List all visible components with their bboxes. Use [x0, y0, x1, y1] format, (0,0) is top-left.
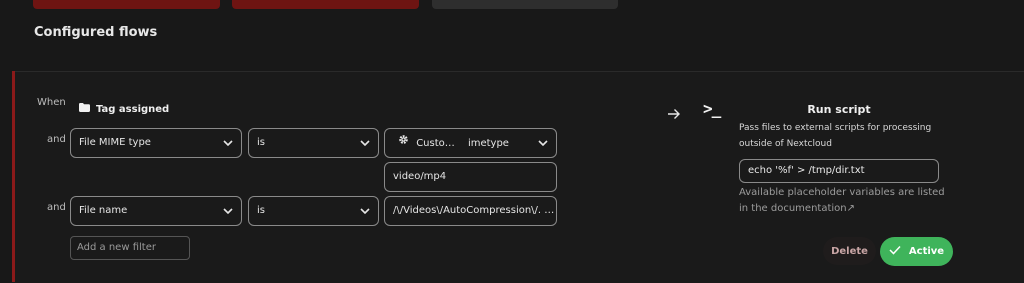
custom-mimetype-input[interactable]: video/mp4 — [384, 162, 557, 192]
check-value-prefix: Custo… — [416, 138, 455, 149]
delete-label: Delete — [831, 245, 868, 257]
add-filter-placeholder: Add a new filter — [77, 242, 156, 253]
filename-regex-input[interactable]: /\/Videos\/AutoCompression\/. … — [384, 196, 557, 226]
check-field-value: File MIME type — [79, 137, 151, 148]
check-value-suffix: imetype — [467, 138, 509, 149]
check-operator-value: is — [257, 205, 265, 216]
check-icon — [889, 245, 901, 258]
trigger: Tag assigned — [79, 103, 169, 115]
custom-mimetype-value: video/mp4 — [393, 171, 447, 182]
top-card-2 — [232, 0, 419, 9]
check-operator-select[interactable]: is — [248, 196, 379, 226]
flow-accent-bar — [12, 71, 15, 282]
gear-icon — [398, 129, 409, 157]
and-label: and — [47, 202, 66, 213]
chevron-down-icon — [223, 129, 233, 157]
check-value-select[interactable]: Custo… imetype — [384, 128, 557, 158]
check-operator-value: is — [257, 137, 265, 148]
chevron-down-icon — [223, 197, 233, 225]
chevron-down-icon — [538, 129, 548, 157]
and-label: and — [47, 134, 66, 145]
script-input[interactable]: echo '%f' > /tmp/dir.txt — [739, 159, 939, 183]
terminal-icon: >_ — [703, 99, 721, 118]
when-label: When — [37, 97, 66, 108]
arrow-right-icon — [667, 108, 681, 123]
check-field-select[interactable]: File name — [70, 196, 242, 226]
script-value: echo '%f' > /tmp/dir.txt — [748, 165, 865, 176]
active-button[interactable]: Active — [880, 237, 953, 266]
section-title: Configured flows — [34, 25, 158, 40]
check-field-value: File name — [79, 205, 128, 216]
filename-regex-value: /\/Videos\/AutoCompression\/. … — [393, 205, 555, 216]
chevron-down-icon — [360, 129, 370, 157]
operation-description: Pass files to external scripts for proce… — [739, 123, 932, 149]
trigger-label: Tag assigned — [96, 103, 170, 115]
add-filter-input[interactable]: Add a new filter — [70, 236, 190, 260]
placeholder-hint[interactable]: Available placeholder variables are list… — [739, 185, 949, 217]
delete-button[interactable]: Delete — [823, 237, 876, 265]
operation-title: Run script — [807, 103, 871, 116]
check-field-select[interactable]: File MIME type — [70, 128, 242, 158]
folder-icon — [79, 103, 90, 115]
check-operator-select[interactable]: is — [248, 128, 379, 158]
active-label: Active — [908, 246, 945, 257]
top-card-3 — [432, 0, 618, 9]
top-card-1 — [33, 0, 220, 9]
chevron-down-icon — [360, 197, 370, 225]
